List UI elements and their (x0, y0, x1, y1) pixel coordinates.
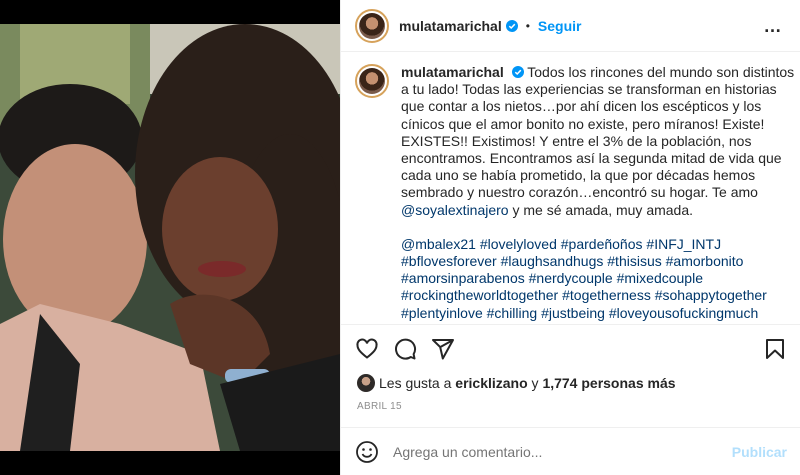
heart-icon[interactable] (355, 337, 379, 361)
hashtag-link[interactable]: #mixedcouple (617, 270, 703, 286)
caption-hashtags: @mbalex21 #lovelyloved #pardeñoños #INFJ… (401, 236, 795, 322)
hashtag-link[interactable]: #laughsandhugs (501, 253, 604, 269)
hashtag-link[interactable]: #bflovesforever (401, 253, 497, 269)
comment-icon[interactable] (393, 337, 417, 361)
caption-author-avatar[interactable] (355, 64, 389, 98)
hashtag-link[interactable]: #thisisus (607, 253, 661, 269)
share-icon[interactable] (431, 337, 455, 361)
likes-prefix: Les gusta a (379, 375, 452, 391)
post-sidebar: mulatamarichal • Seguir … mulatamarichal… (340, 0, 800, 475)
hashtag-link[interactable]: #amorsinparabenos (401, 270, 525, 286)
caption-mention-link[interactable]: @soyalextinajero (401, 202, 509, 218)
liker-avatar[interactable] (357, 374, 375, 392)
hashtag-link[interactable]: #nerdycouple (529, 270, 613, 286)
hashtag-link[interactable]: #plentyinlove (401, 305, 483, 321)
post-date[interactable]: ABRIL 15 (357, 401, 402, 412)
divider (341, 324, 800, 325)
hashtag-link[interactable]: #togetherness (562, 287, 651, 303)
hashtag-link[interactable]: #INFJ_INTJ (646, 236, 721, 252)
hashtag-link[interactable]: #chilling (487, 305, 538, 321)
likes-count[interactable]: 1,774 personas más (542, 375, 675, 391)
likes-summary: Les gusta a ericklizano y 1,774 personas… (357, 374, 676, 392)
hashtag-link[interactable]: #pardeñoños (561, 236, 643, 252)
bookmark-icon[interactable] (763, 337, 787, 361)
likes-conj: y (531, 375, 539, 391)
comment-input[interactable] (393, 444, 713, 460)
caption-username[interactable]: mulatamarichal (401, 64, 504, 80)
post-caption: mulatamarichal Todos los rincones del mu… (355, 64, 795, 322)
follow-button[interactable]: Seguir (538, 18, 582, 34)
hashtag-link[interactable]: #lovelyloved (480, 236, 557, 252)
hashtag-link[interactable]: #sohappytogether (655, 287, 767, 303)
caption-text: mulatamarichal Todos los rincones del mu… (401, 64, 795, 219)
caption-trailing-text: y me sé amada, muy amada. (508, 201, 694, 218)
caption-main-text: Todos los rincones del mundo son distint… (401, 64, 795, 201)
liker-username[interactable]: ericklizano (455, 375, 527, 391)
publish-button[interactable]: Publicar (732, 444, 787, 460)
more-options-icon[interactable]: … (761, 14, 785, 38)
hashtag-link[interactable]: #justbeing (541, 305, 605, 321)
author-avatar[interactable] (355, 8, 389, 43)
divider (341, 427, 800, 428)
verified-badge-icon (511, 66, 524, 78)
separator-dot: • (525, 18, 530, 33)
verified-badge-icon (505, 19, 518, 32)
emoji-icon[interactable] (355, 440, 379, 464)
hashtag-link[interactable]: #amorbonito (666, 253, 744, 269)
comment-bar: Publicar (355, 440, 787, 464)
caption-body: mulatamarichal Todos los rincones del mu… (401, 64, 795, 322)
couple-photo-image (0, 24, 340, 451)
post-header: mulatamarichal • Seguir … (341, 0, 800, 52)
post-actions (355, 337, 787, 361)
instagram-post: mulatamarichal • Seguir … mulatamarichal… (0, 0, 800, 475)
post-photo[interactable] (0, 0, 340, 475)
author-username[interactable]: mulatamarichal (399, 18, 502, 34)
hashtag-link[interactable]: @mbalex21 (401, 236, 476, 252)
hashtag-link[interactable]: #loveyousofuckingmuch (609, 305, 758, 321)
hashtag-link[interactable]: #rockingtheworldtogether (401, 287, 558, 303)
